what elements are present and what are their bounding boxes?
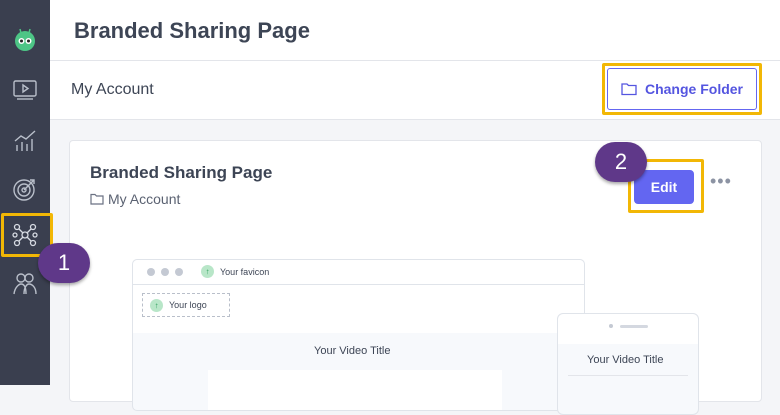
favicon-placeholder: ↑ Your favicon (201, 265, 269, 278)
edit-button[interactable]: Edit (634, 170, 694, 204)
window-dot-icon (147, 268, 155, 276)
logo-placeholder: ↑ Your logo (142, 293, 230, 317)
video-title: Your Video Title (314, 345, 391, 357)
callout-badge-1: 1 (38, 243, 90, 283)
card-folder: My Account (90, 191, 180, 207)
divider (568, 375, 688, 376)
card-folder-label: My Account (108, 191, 181, 207)
analytics-icon[interactable] (10, 126, 40, 156)
video-icon[interactable] (10, 75, 40, 105)
mobile-video-title: Your Video Title (587, 354, 664, 366)
desktop-preview: ↑ Your favicon ↑ Your logo Your Video Ti… (132, 259, 585, 411)
card-title: Branded Sharing Page (90, 163, 273, 182)
speaker-bar-icon (620, 325, 648, 328)
breadcrumb-bar: My Account Change Folder (50, 61, 780, 120)
team-icon[interactable] (10, 268, 40, 298)
sharing-page-card: Branded Sharing Page My Account Edit •••… (69, 140, 762, 415)
browser-bar: ↑ Your favicon (133, 260, 584, 285)
logo-icon[interactable] (10, 24, 40, 54)
favicon-label: Your favicon (220, 266, 270, 277)
logo-label: Your logo (169, 300, 207, 310)
mobile-preview-header (558, 314, 698, 344)
more-options-icon[interactable]: ••• (710, 171, 732, 192)
upload-icon: ↑ (150, 298, 163, 312)
sidebar (0, 0, 53, 385)
page-header: Branded Sharing Page (50, 0, 780, 61)
change-folder-label: Change Folder (644, 81, 743, 97)
folder-title: My Account (71, 81, 154, 98)
mobile-preview: Your Video Title (557, 313, 699, 415)
upload-icon: ↑ (201, 265, 214, 278)
target-icon[interactable] (10, 174, 40, 204)
window-dot-icon (175, 268, 183, 276)
callout-badge-2: 2 (595, 142, 647, 182)
camera-dot-icon (609, 324, 613, 328)
video-placeholder (208, 370, 502, 410)
folder-icon (90, 193, 104, 205)
change-folder-button[interactable]: Change Folder (607, 68, 757, 110)
page-title: Branded Sharing Page (74, 18, 310, 43)
window-dot-icon (161, 268, 169, 276)
folder-icon (621, 83, 637, 96)
